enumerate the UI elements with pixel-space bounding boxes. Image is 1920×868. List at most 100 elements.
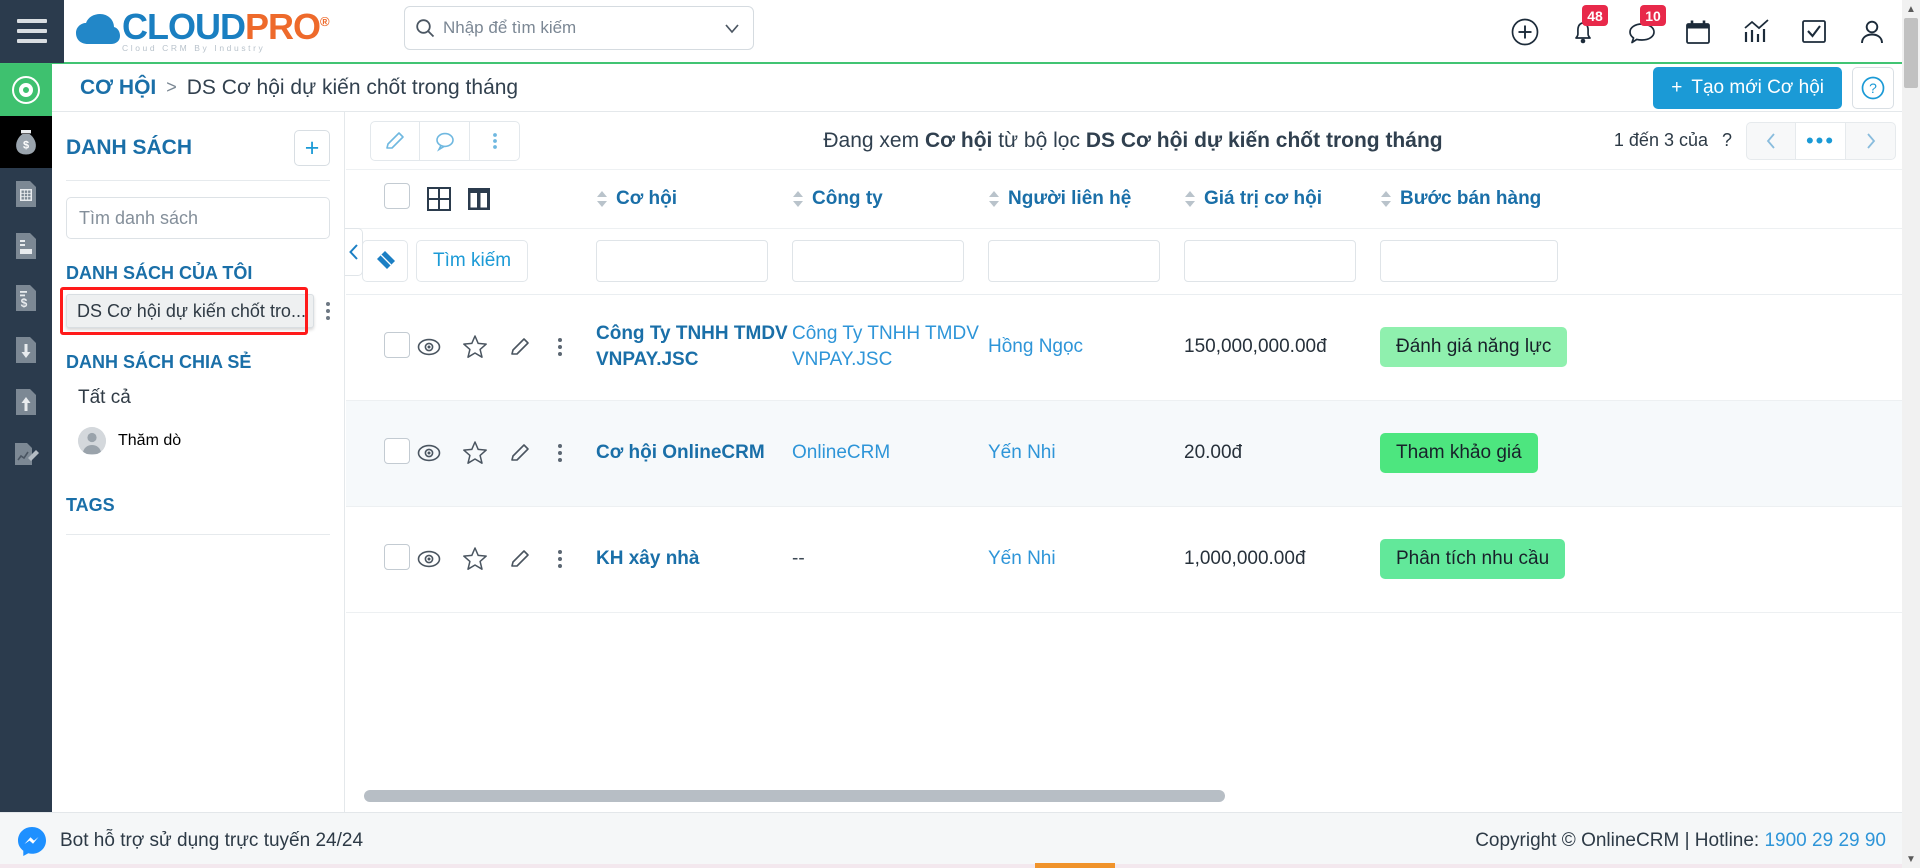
edit-pencil-icon[interactable] [508, 441, 532, 465]
sidebar-list-item-user[interactable]: Thăm dò [78, 427, 330, 455]
scroll-down-icon[interactable]: ▼ [1902, 850, 1920, 868]
search-input[interactable] [435, 18, 721, 38]
table-row[interactable]: Công Ty TNHH TMDV VNPAY.JSC Công Ty TNHH… [346, 294, 1920, 401]
rail-item-invoice[interactable]: $ [0, 272, 52, 324]
rail-item-receipt-out[interactable] [0, 376, 52, 428]
sidebar-list-item-selected[interactable]: DS Cơ hội dự kiến chốt tro... [66, 294, 314, 328]
sort-icon[interactable] [1184, 190, 1196, 208]
horizontal-scrollbar[interactable] [364, 790, 1902, 802]
clear-filter-button[interactable] [362, 240, 408, 282]
header-select-all [346, 170, 416, 229]
edit-pencil-icon[interactable] [508, 547, 532, 571]
table-row[interactable]: Cơ hội OnlineCRM OnlineCRM Yến Nhi 20.00… [346, 400, 1920, 507]
rail-item-opportunity[interactable] [0, 64, 52, 116]
cell-contact[interactable]: Yến Nhi [988, 506, 1184, 613]
search-filter-button[interactable]: Tìm kiếm [416, 240, 529, 282]
cell-opportunity[interactable]: Công Ty TNHH TMDV VNPAY.JSC [596, 294, 792, 401]
analytics-icon[interactable] [1742, 17, 1772, 47]
row-more-icon[interactable] [552, 550, 568, 568]
list-search[interactable] [66, 197, 330, 239]
list-search-input[interactable] [79, 207, 317, 229]
chevron-left-icon [348, 244, 358, 260]
add-icon[interactable] [1510, 17, 1540, 47]
rail-item-quote[interactable] [0, 168, 52, 220]
help-button[interactable]: ? [1852, 66, 1894, 109]
header-opportunity[interactable]: Cơ hội [596, 170, 792, 229]
table-row[interactable]: KH xây nhà -- Yến Nhi 1,000,000.00đ Phân… [346, 506, 1920, 613]
calendar-icon[interactable] [1684, 17, 1714, 47]
row-more-icon[interactable] [552, 444, 568, 462]
view-eye-icon[interactable] [416, 336, 442, 358]
rail-item-receipt-in[interactable] [0, 324, 52, 376]
favorite-star-icon[interactable] [462, 546, 488, 572]
brand-logo[interactable]: CLOUDPRO® Cloud CRM By Industry [76, 9, 330, 53]
user-icon[interactable] [1858, 17, 1888, 47]
rail-item-contract[interactable] [0, 220, 52, 272]
favorite-star-icon[interactable] [462, 440, 488, 466]
rail-item-revenue[interactable]: $ [0, 116, 52, 168]
row-more-icon[interactable] [552, 338, 568, 356]
pagination-prev-button[interactable] [1746, 121, 1796, 160]
edit-button[interactable] [370, 120, 420, 161]
header-value[interactable]: Giá trị cơ hội [1184, 170, 1380, 229]
cell-opportunity[interactable]: KH xây nhà [596, 506, 792, 613]
row-checkbox[interactable] [384, 437, 410, 464]
pagination: 1 đến 3 của ? ••• [1614, 121, 1896, 160]
header-contact[interactable]: Người liên hệ [988, 170, 1184, 229]
header-stage-label: Bước bán hàng [1400, 187, 1542, 209]
list-sidebar: DANH SÁCH + DANH SÁCH CỦA TÔI DS Cơ hội … [52, 112, 345, 812]
cell-contact[interactable]: Yến Nhi [988, 400, 1184, 507]
more-button[interactable] [470, 120, 520, 161]
filter-input-value[interactable] [1184, 240, 1356, 282]
row-checkbox[interactable] [384, 331, 410, 358]
list-panel-title: DANH SÁCH [66, 136, 192, 159]
add-list-button[interactable]: + [294, 130, 330, 166]
sort-icon[interactable] [596, 190, 608, 208]
edit-pencil-icon[interactable] [508, 335, 532, 359]
page-scrollbar[interactable]: ▲ ▼ [1902, 0, 1920, 868]
grid-view-icon[interactable] [426, 186, 452, 212]
menu-toggle-button[interactable] [0, 0, 64, 63]
horizontal-scrollbar-thumb[interactable] [364, 790, 1226, 802]
scroll-up-icon[interactable]: ▲ [1902, 0, 1920, 18]
favorite-star-icon[interactable] [462, 334, 488, 360]
list-item-selected-wrap: DS Cơ hội dự kiến chốt tro... [60, 287, 330, 335]
row-checkbox[interactable] [384, 543, 410, 570]
sort-icon[interactable] [988, 190, 1000, 208]
filter-input-opportunity[interactable] [596, 240, 768, 282]
filter-input-contact[interactable] [988, 240, 1160, 282]
comment-button[interactable] [420, 120, 470, 161]
view-eye-icon[interactable] [416, 548, 442, 570]
cell-company[interactable]: OnlineCRM [792, 400, 988, 507]
header-company[interactable]: Công ty [792, 170, 988, 229]
breadcrumb-root[interactable]: CƠ HỘI [80, 76, 156, 100]
cell-contact[interactable]: Hồng Ngọc [988, 294, 1184, 401]
page-scrollbar-thumb[interactable] [1904, 18, 1918, 88]
pagination-next-button[interactable] [1846, 121, 1896, 160]
header-stage[interactable]: Bước bán hàng [1380, 170, 1920, 229]
global-search[interactable] [404, 6, 754, 50]
create-opportunity-button[interactable]: + Tạo mới Cơ hội [1653, 66, 1842, 109]
sidebar-list-item-all[interactable]: Tất cả [78, 387, 330, 409]
bell-icon[interactable]: 48 [1568, 5, 1608, 47]
filter-input-company[interactable] [792, 240, 964, 282]
chat-icon[interactable]: 10 [1626, 5, 1666, 47]
split-view-icon[interactable] [466, 186, 492, 212]
cell-stage: Đánh giá năng lực [1380, 294, 1920, 401]
pagination-more-button[interactable]: ••• [1796, 121, 1846, 160]
filter-input-stage[interactable] [1380, 240, 1558, 282]
list-item-more-icon[interactable] [314, 302, 330, 320]
view-eye-icon[interactable] [416, 442, 442, 464]
chevron-down-icon[interactable] [721, 17, 743, 39]
comment-icon [435, 132, 454, 152]
hotline-number[interactable]: 1900 29 29 90 [1764, 830, 1886, 851]
cell-company[interactable]: Công Ty TNHH TMDV VNPAY.JSC [792, 294, 988, 401]
chat-support[interactable]: Bot hỗ trợ sử dụng trực tuyến 24/24 [16, 825, 363, 857]
sort-icon[interactable] [1380, 190, 1392, 208]
sort-icon[interactable] [792, 190, 804, 208]
rail-item-report[interactable] [0, 428, 52, 480]
task-icon[interactable] [1800, 17, 1830, 47]
collapse-sidebar-button[interactable] [345, 228, 363, 276]
select-all-checkbox[interactable] [384, 182, 410, 209]
cell-opportunity[interactable]: Cơ hội OnlineCRM [596, 400, 792, 507]
